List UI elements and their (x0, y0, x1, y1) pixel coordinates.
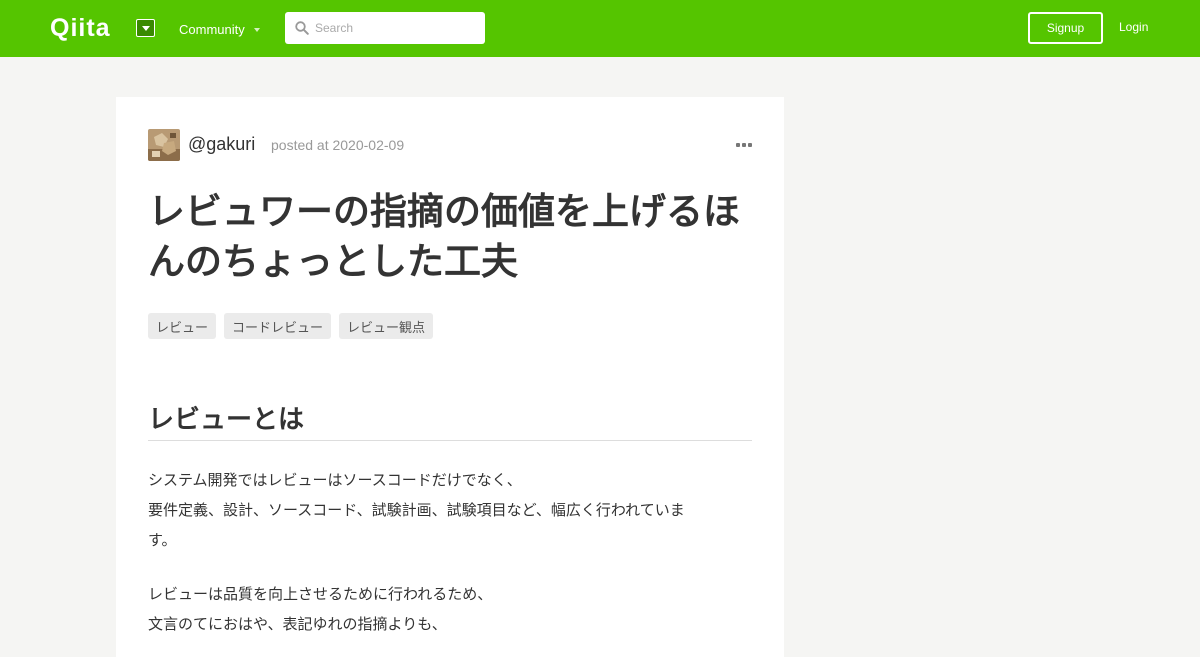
qiita-logo[interactable]: Qiita (50, 14, 111, 43)
tag-item[interactable]: コードレビュー (224, 313, 332, 339)
paragraph-line: す。 (148, 531, 177, 549)
search-box[interactable] (285, 12, 485, 44)
author-avatar[interactable] (148, 129, 180, 161)
paragraph-line: 要件定義、設計、ソースコード、試験計画、試験項目など、幅広く行われていま (148, 501, 685, 519)
search-input[interactable] (315, 12, 480, 44)
dot (736, 143, 740, 147)
body-paragraph: システム開発ではレビューはソースコードだけでなく、 要件定義、設計、ソースコード… (148, 465, 752, 555)
tag-item[interactable]: レビュー観点 (339, 313, 434, 339)
tag-list: レビュー コードレビュー レビュー観点 (148, 313, 434, 339)
signup-button[interactable]: Signup (1028, 12, 1103, 44)
tag-item[interactable]: レビュー (148, 313, 217, 339)
caret-down-icon (141, 25, 150, 31)
article-title: レビュワーの指摘の価値を上げるほんのちょっとした工夫 (148, 190, 740, 283)
top-nav-bar: Qiita Community Signup Login (0, 0, 1200, 57)
body-paragraph: レビューは品質を向上させるために行われるため、 文言のてにおはや、表記ゆれの指摘… (148, 579, 752, 639)
author-username[interactable]: @gakuri (188, 134, 255, 155)
avatar-image (148, 129, 180, 161)
community-label: Community (179, 22, 245, 37)
posted-date: posted at 2020-02-09 (271, 137, 405, 153)
community-menu[interactable]: Community (179, 22, 260, 37)
paragraph-line: システム開発ではレビューはソースコードだけでなく、 (148, 471, 522, 489)
paragraph-line: 文言のてにおはや、表記ゆれの指摘よりも、 (148, 615, 447, 633)
caret-down-icon (253, 27, 260, 32)
logo-dropdown-button[interactable] (136, 19, 155, 37)
article-card: @gakuri posted at 2020-02-09 レビュワーの指摘の価値… (116, 97, 784, 657)
dot (748, 143, 752, 147)
search-icon (295, 21, 309, 35)
login-link[interactable]: Login (1119, 20, 1148, 34)
dot (742, 143, 746, 147)
more-options-icon[interactable] (736, 135, 752, 155)
paragraph-line: レビューは品質を向上させるために行われるため、 (148, 585, 493, 603)
section-heading: レビューとは (148, 399, 752, 441)
